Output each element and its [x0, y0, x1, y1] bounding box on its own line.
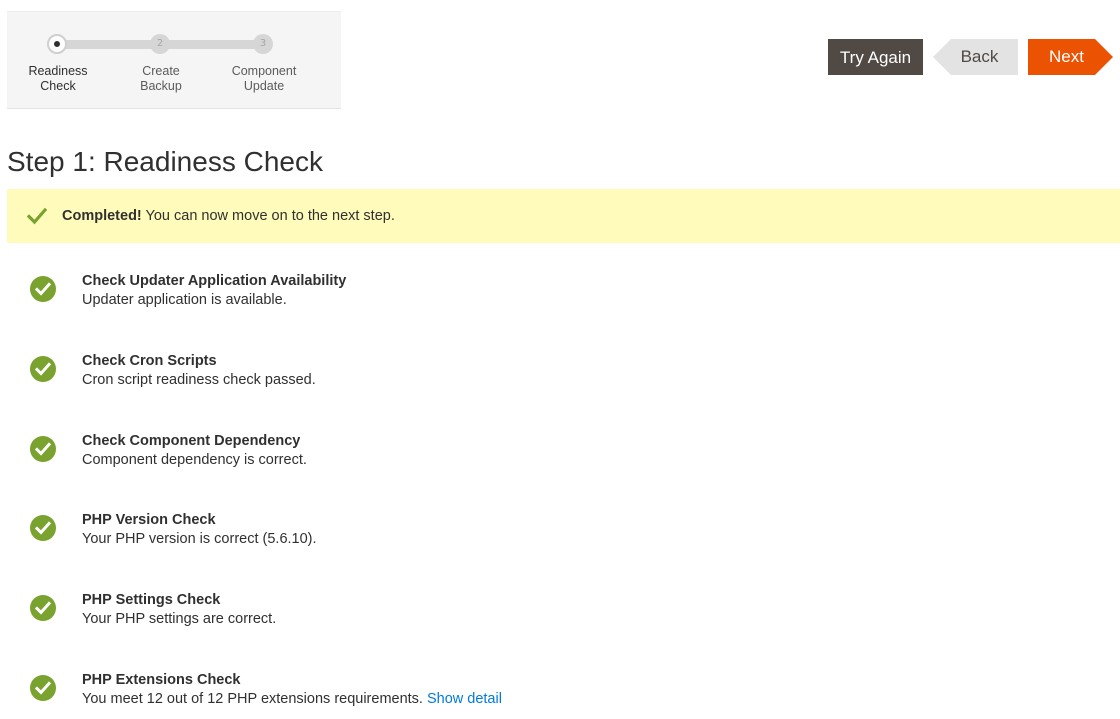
check-description: Component dependency is correct.	[82, 452, 307, 468]
banner-text: You can now move on to the next step.	[141, 208, 395, 224]
check-description: Cron script readiness check passed.	[82, 372, 316, 388]
next-button[interactable]: Next	[1028, 39, 1113, 75]
step-3-label-line2: Update	[243, 79, 285, 93]
page-title: Step 1: Readiness Check	[7, 146, 323, 177]
step-2-label: Create Backup	[111, 64, 211, 94]
check-item-php-version: PHP Version Check Your PHP version is co…	[30, 512, 1030, 559]
banner-strong: Completed!	[62, 208, 142, 224]
step-3-label-line1: Component	[231, 64, 297, 78]
check-title: PHP Extensions Check	[82, 672, 241, 688]
success-check-icon	[30, 356, 56, 382]
success-check-icon	[30, 436, 56, 462]
check-description: Your PHP settings are correct.	[82, 611, 277, 627]
check-title: PHP Settings Check	[82, 592, 221, 608]
step-1-label-line2: Check	[40, 79, 76, 93]
check-description: Updater application is available.	[82, 292, 287, 308]
step-2-label-line1: Create	[142, 64, 180, 78]
show-detail-link[interactable]: Show detail	[427, 691, 502, 707]
check-item-dependency: Check Component Dependency Component dep…	[30, 433, 1030, 480]
step-1-indicator	[47, 34, 67, 54]
checkmark-icon	[27, 207, 47, 225]
banner-message: Completed! You can now move on to the ne…	[62, 189, 395, 243]
step-1-label: Readiness Check	[8, 64, 108, 94]
check-item-updater: Check Updater Application Availability U…	[30, 273, 1030, 320]
try-again-button[interactable]: Try Again	[828, 39, 923, 75]
back-button[interactable]: Back	[933, 39, 1018, 75]
check-description: You meet 12 out of 12 PHP extensions req…	[82, 689, 502, 709]
check-item-cron: Check Cron Scripts Cron script readiness…	[30, 353, 1030, 400]
check-description: Your PHP version is correct (5.6.10).	[82, 531, 317, 547]
check-item-php-extensions: PHP Extensions Check You meet 12 out of …	[30, 672, 1030, 719]
step-2-indicator: 2	[150, 34, 170, 54]
check-title: Check Updater Application Availability	[82, 273, 347, 289]
step-3-label: Component Update	[214, 64, 314, 94]
success-check-icon	[30, 675, 56, 701]
success-check-icon	[30, 595, 56, 621]
check-item-php-settings: PHP Settings Check Your PHP settings are…	[30, 592, 1030, 639]
success-check-icon	[30, 276, 56, 302]
step-1-label-line1: Readiness	[28, 64, 88, 78]
success-check-icon	[30, 515, 56, 541]
step-2-label-line2: Backup	[140, 79, 182, 93]
progress-steps: 2 3 Readiness Check Create Backup Compon…	[7, 11, 341, 109]
check-title: Check Cron Scripts	[82, 353, 217, 369]
check-title: PHP Version Check	[82, 512, 216, 528]
check-title: Check Component Dependency	[82, 433, 301, 449]
step-3-indicator: 3	[253, 34, 273, 54]
success-banner: Completed! You can now move on to the ne…	[7, 189, 1120, 243]
check-description-text: You meet 12 out of 12 PHP extensions req…	[82, 691, 423, 707]
